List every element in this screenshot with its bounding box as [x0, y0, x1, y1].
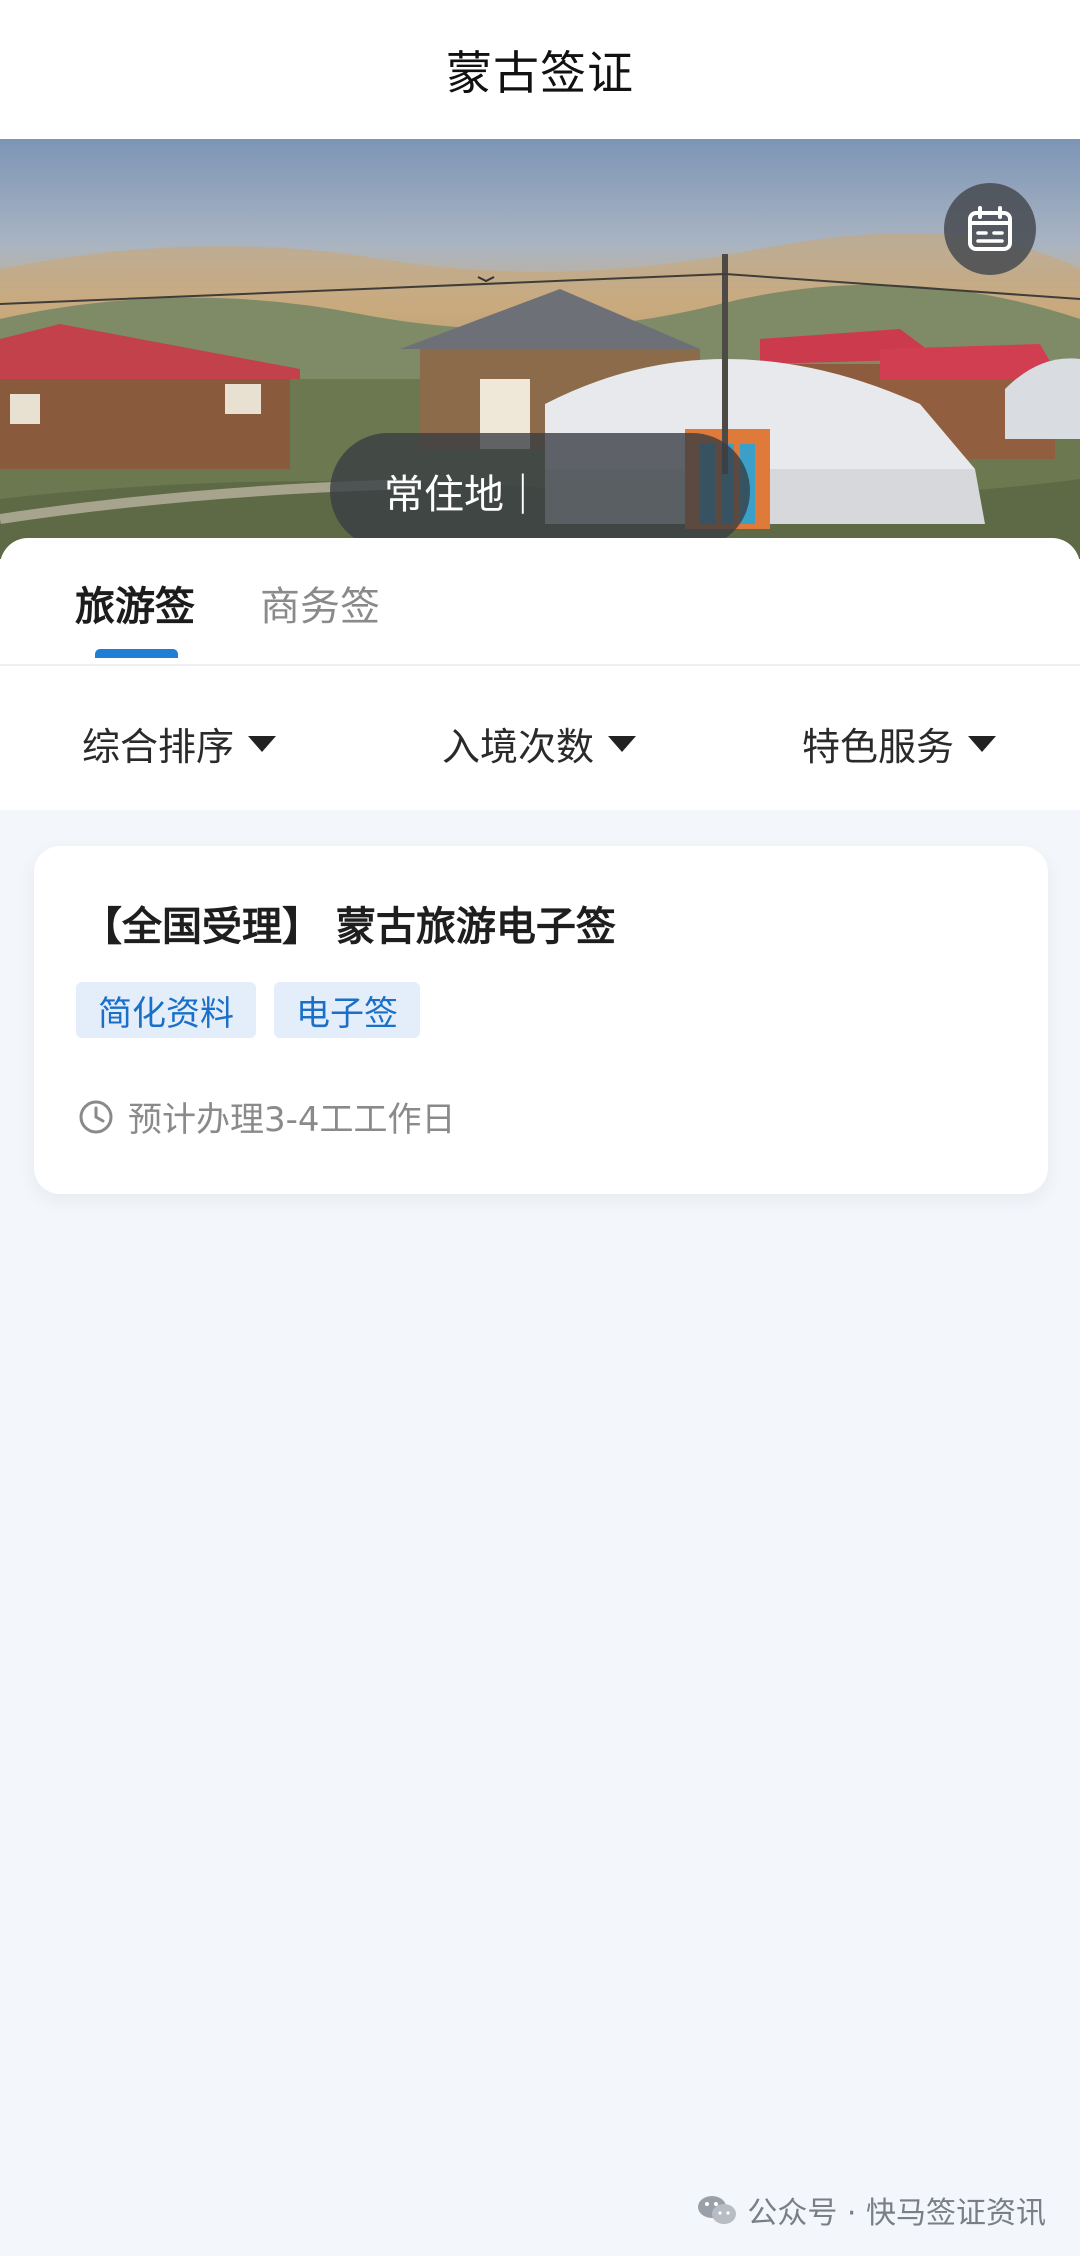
triangle-down-icon	[608, 735, 637, 752]
active-tab-indicator	[95, 649, 178, 658]
residence-selector[interactable]: 常住地 |	[330, 433, 750, 549]
product-tags: 简化资料 电子签	[76, 982, 438, 1038]
filter-special-service-label: 特色服务	[802, 725, 955, 769]
triangle-down-icon	[248, 735, 277, 752]
watermark: 公众号 · 快马签证资讯	[697, 2188, 1046, 2232]
calendar-icon	[968, 206, 1012, 251]
wechat-icon	[698, 2196, 737, 2224]
tag-e-visa: 电子签	[274, 982, 420, 1038]
filter-special-service[interactable]: 特色服务	[802, 716, 997, 771]
watermark-text: 公众号 · 快马签证资讯	[747, 2196, 1046, 2231]
processing-time: 预计办理3-4工工作日	[78, 1092, 456, 1141]
tag-simplified-docs: 简化资料	[76, 982, 256, 1038]
clock-icon	[79, 1100, 113, 1133]
product-title: 【全国受理】 蒙古旅游电子签	[82, 904, 616, 950]
filter-entry-count-label: 入境次数	[442, 725, 595, 769]
calendar-button[interactable]	[944, 183, 1036, 275]
filter-sort-label: 综合排序	[82, 725, 235, 769]
filter-sort[interactable]: 综合排序	[82, 716, 277, 771]
filter-entry-count[interactable]: 入境次数	[442, 716, 637, 771]
residence-label: 常住地	[384, 472, 504, 518]
top-bar: 蒙古签证	[0, 0, 1080, 139]
page-title: 蒙古签证	[446, 45, 634, 100]
visa-type-tabs: 旅游签 商务签	[0, 538, 1080, 666]
processing-time-text: 预计办理3-4工工作日	[128, 1100, 456, 1140]
tab-business-visa[interactable]: 商务签	[260, 574, 380, 632]
tab-tourist-visa[interactable]: 旅游签	[75, 574, 195, 632]
text-caret: |	[516, 468, 530, 514]
filter-bar: 综合排序 入境次数 特色服务	[0, 666, 1080, 810]
visa-product-card[interactable]: 【全国受理】 蒙古旅游电子签 简化资料 电子签 预计办理3-4工工作日	[34, 846, 1048, 1194]
triangle-down-icon	[968, 735, 997, 752]
hero-banner: 常住地 |	[0, 139, 1080, 559]
